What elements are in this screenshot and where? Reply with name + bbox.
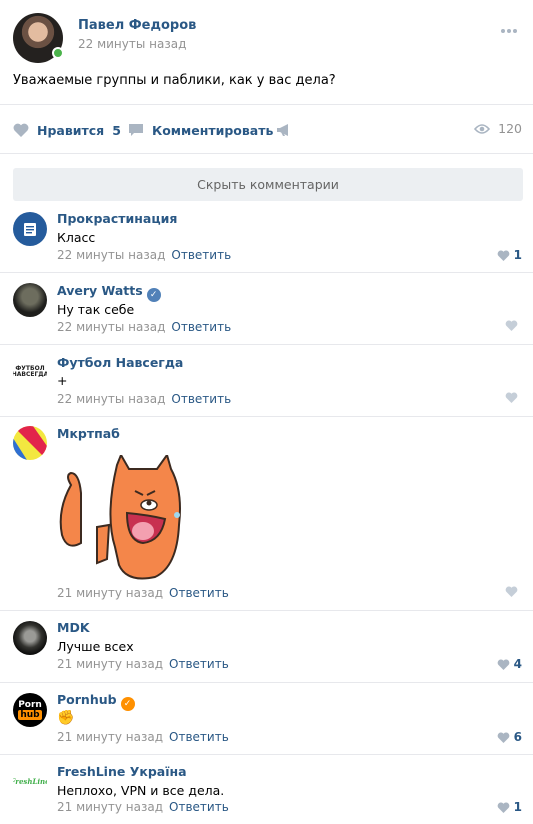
comment-meta: 22 минуты назад Ответить bbox=[57, 392, 231, 406]
like-count: 5 bbox=[112, 122, 121, 138]
comment-author[interactable]: Прокрастинация bbox=[57, 211, 177, 226]
verified-check-icon: ✓ bbox=[120, 697, 135, 711]
comment-author-name[interactable]: Avery Watts bbox=[57, 283, 143, 298]
comment-meta: 21 минуту назад Ответить bbox=[57, 586, 229, 600]
comment-time[interactable]: 21 минуту назад bbox=[57, 586, 163, 600]
comment-text: ✊ bbox=[57, 710, 75, 726]
comment-text: Класс bbox=[57, 230, 96, 245]
heart-icon bbox=[505, 320, 518, 331]
post-header: Павел Федоров 22 минуты назад bbox=[0, 0, 533, 64]
comment-like-button[interactable] bbox=[505, 586, 522, 597]
avatar-logo-text-1: Porn bbox=[18, 700, 42, 710]
reply-button[interactable]: Ответить bbox=[169, 657, 229, 671]
comment-avatar[interactable]: ФУТБОЛ НАВСЕГДА bbox=[13, 355, 47, 389]
heart-icon bbox=[505, 392, 518, 403]
author-name[interactable]: Павел Федоров bbox=[78, 18, 196, 33]
comment-author[interactable]: Avery Watts ✓ bbox=[57, 283, 161, 302]
reply-button[interactable]: Ответить bbox=[171, 248, 231, 262]
comment-like-button[interactable]: 6 bbox=[497, 730, 522, 744]
eye-icon bbox=[474, 123, 491, 134]
comment-time[interactable]: 21 минуту назад bbox=[57, 730, 163, 744]
reply-button[interactable]: Ответить bbox=[169, 730, 229, 744]
comment-author[interactable]: FreshLine Україна bbox=[57, 764, 187, 779]
share-button[interactable] bbox=[276, 121, 300, 139]
comment-time[interactable]: 22 минуты назад bbox=[57, 392, 165, 406]
comment-item: Мкртпаб 21 минуту назад Ответить bbox=[0, 417, 533, 611]
heart-icon bbox=[497, 250, 509, 261]
comment-button[interactable]: Комментировать bbox=[128, 121, 273, 139]
comment-avatar[interactable] bbox=[13, 621, 47, 655]
comment-avatar[interactable] bbox=[13, 426, 47, 460]
heart-icon bbox=[497, 659, 509, 670]
heart-icon bbox=[505, 586, 518, 597]
comment-author[interactable]: MDK bbox=[57, 620, 90, 635]
comment-text: Неплохо, VPN и все дела. bbox=[57, 783, 225, 798]
views-count: 120 bbox=[498, 121, 522, 136]
comment-like-count: 6 bbox=[513, 730, 522, 744]
comment-item: Прокрастинация Класс 22 минуты назад Отве… bbox=[0, 201, 533, 273]
comment-like-count: 4 bbox=[513, 657, 522, 671]
sticker[interactable] bbox=[57, 452, 187, 585]
comment-avatar[interactable]: Porn hub bbox=[13, 693, 47, 727]
reply-button[interactable]: Ответить bbox=[171, 320, 231, 334]
comment-author-name[interactable]: Pornhub bbox=[57, 692, 117, 707]
comment-avatar[interactable]: FreshLine bbox=[13, 764, 47, 798]
comment-meta: 21 минуту назад Ответить bbox=[57, 800, 229, 814]
comment-avatar[interactable] bbox=[13, 283, 47, 317]
brand-logo-icon bbox=[13, 426, 47, 460]
comment-meta: 22 минуты назад Ответить bbox=[57, 248, 231, 262]
comment-item: Porn hub Pornhub ✓ ✊ 21 минуту назад Ответ… bbox=[0, 683, 533, 755]
comment-author[interactable]: Pornhub ✓ bbox=[57, 692, 135, 711]
comment-item: MDK Лучше всех 21 минуту назад Ответить 4 bbox=[0, 611, 533, 683]
reply-button[interactable]: Ответить bbox=[169, 800, 229, 814]
megaphone-icon bbox=[277, 124, 288, 136]
comment-time[interactable]: 22 минуты назад bbox=[57, 248, 165, 262]
reply-button[interactable]: Ответить bbox=[169, 586, 229, 600]
heart-icon bbox=[497, 732, 509, 743]
verified-check-icon: ✓ bbox=[146, 288, 161, 302]
comment-item: ФУТБОЛ НАВСЕГДА Футбол Навсегда + 22 мин… bbox=[0, 345, 533, 417]
heart-icon bbox=[13, 123, 29, 137]
comment-label: Комментировать bbox=[152, 122, 274, 138]
comment-like-button[interactable]: 1 bbox=[497, 800, 522, 814]
like-button[interactable]: Нравится 5 bbox=[13, 121, 121, 139]
comment-like-button[interactable] bbox=[505, 320, 522, 331]
reply-button[interactable]: Ответить bbox=[171, 392, 231, 406]
avatar-logo-text-2: hub bbox=[18, 710, 42, 720]
comment-author[interactable]: Мкртпаб bbox=[57, 426, 120, 441]
comment-like-count: 1 bbox=[513, 800, 522, 814]
hide-comments-button[interactable]: Скрыть комментарии bbox=[13, 168, 523, 201]
comment-text: Ну так себе bbox=[57, 302, 135, 317]
page-icon bbox=[24, 223, 36, 236]
views-counter: 120 bbox=[474, 121, 522, 136]
comment-item: Avery Watts ✓ Ну так себе 22 минуты назад… bbox=[0, 273, 533, 345]
comment-meta: 22 минуты назад Ответить bbox=[57, 320, 231, 334]
more-options-icon[interactable] bbox=[501, 18, 521, 33]
comment-item: FreshLine FreshLine Україна Неплохо, VPN… bbox=[0, 755, 533, 824]
post-action-bar: Нравится 5 Комментировать 120 bbox=[0, 104, 533, 154]
comment-time[interactable]: 22 минуты назад bbox=[57, 320, 165, 334]
comment-like-count: 1 bbox=[513, 248, 522, 262]
post-time[interactable]: 22 минуты назад bbox=[78, 37, 186, 51]
comment-like-button[interactable] bbox=[505, 392, 522, 403]
post-text: Уважаемые группы и паблики, как у вас де… bbox=[13, 73, 336, 88]
comment-time[interactable]: 21 минуту назад bbox=[57, 800, 163, 814]
comment-like-button[interactable]: 1 bbox=[497, 248, 522, 262]
heart-icon bbox=[497, 802, 509, 813]
comment-time[interactable]: 21 минуту назад bbox=[57, 657, 163, 671]
comment-like-button[interactable]: 4 bbox=[497, 657, 522, 671]
like-label: Нравится bbox=[37, 122, 105, 138]
comment-text: + bbox=[57, 373, 68, 388]
comment-author[interactable]: Футбол Навсегда bbox=[57, 355, 183, 370]
comment-icon bbox=[129, 124, 143, 136]
comment-meta: 21 минуту назад Ответить bbox=[57, 657, 229, 671]
online-indicator bbox=[52, 47, 64, 59]
comment-meta: 21 минуту назад Ответить bbox=[57, 730, 229, 744]
comment-avatar[interactable] bbox=[13, 212, 47, 246]
comment-text: Лучше всех bbox=[57, 639, 134, 654]
